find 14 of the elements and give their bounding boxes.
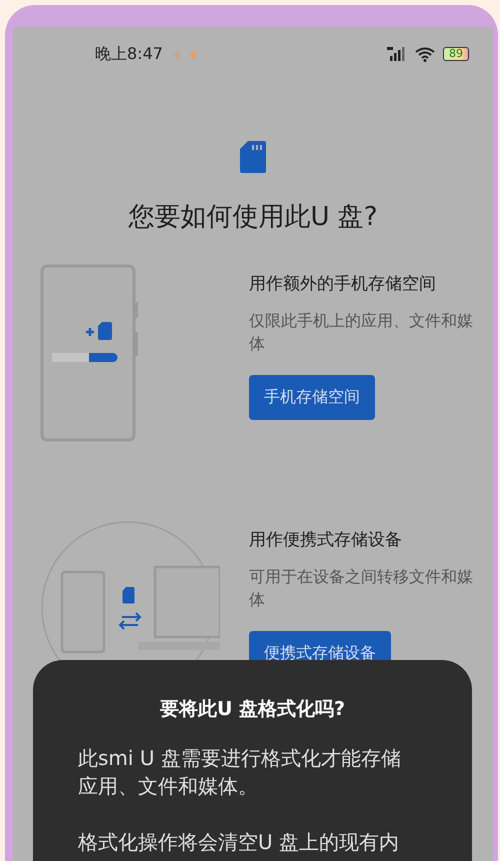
dialog-message: 此smi U 盘需要进行格式化才能存储应用、文件和媒体。 [78,745,402,800]
dialog-message: 格式化操作将会清空U 盘上的现有内 [78,829,400,856]
option-heading: 用作便携式存储设备 [249,529,403,551]
wifi-icon [415,46,435,62]
sd-card-icon [240,141,266,173]
signal-icon [387,47,407,61]
battery-indicator: 89 [443,47,469,61]
option-description: 仅限此手机上的应用、文件和媒体 [249,310,474,355]
option-description: 可用于在设备之间转移文件和媒体 [249,566,474,611]
page-title: 您要如何使用此U 盘? [127,201,379,234]
storage-option-button[interactable]: 手机存储空间 [249,375,375,420]
dialog-title: 要将此U 盘格式化吗? [158,697,346,722]
option-heading: 用作额外的手机存储空间 [249,273,437,295]
status-time: 晚上8:47 [95,44,163,64]
